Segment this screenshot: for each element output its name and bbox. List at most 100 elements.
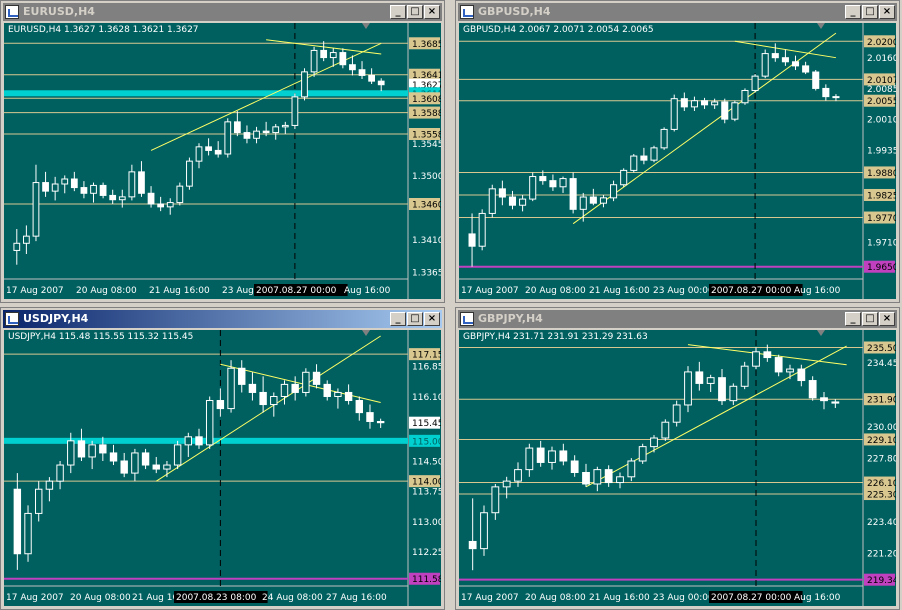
candle-body [569,178,577,210]
time-label: 2007.08.27 00:00 [711,593,792,603]
maximize-button[interactable]: □ [862,312,878,326]
time-label: 21 Aug 16:00 [589,286,650,296]
candle-body [270,395,278,406]
candle-body [355,400,363,414]
price-label: 111.58 [412,575,441,585]
candle-body [832,96,840,99]
chart-svg[interactable]: 2.02002.01602.01072.00852.00552.00101.99… [459,23,896,299]
window-titlebar[interactable]: GBPJPY,H4 _ □ × [458,310,897,328]
price-label: 114.50 [412,458,441,468]
price-label: 2.0055 [867,97,896,107]
candle-body [320,49,328,59]
candle-body [302,371,310,393]
ohlc-readout: USDJPY,H4 115.48 115.55 115.32 115.45 [8,332,194,342]
maximize-button[interactable]: □ [407,5,423,19]
candle-body [233,121,241,134]
price-chart[interactable]: 2.0200 2.0160 2.0107 2.0085 2.0055 2.0010 1.99… [459,23,896,299]
time-label: 17 Aug 2007 [6,286,64,296]
time-label: 17 Aug 2007 [461,593,519,603]
price-label: 1.3365 [412,268,441,278]
candle-body [672,404,681,423]
candle-body [186,160,193,187]
time-label: 20 Aug 08:00 [70,593,131,603]
window-titlebar[interactable]: GBPUSD,H4 _ □ × [458,3,897,21]
candle-body [120,460,128,474]
price-label: 114.00 [412,478,441,488]
chart-shift-marker [817,23,825,29]
price-chart[interactable]: 1.36851.36411.36271.36151.36081.35881.35… [4,23,441,299]
candle-body [109,452,118,462]
window-titlebar[interactable]: USDJPY,H4 _ □ × [3,310,442,328]
candle-body [690,100,698,108]
close-button[interactable]: × [424,312,440,326]
candle-body [238,367,246,385]
candle-body [205,400,214,446]
time-label: 17 Aug 2007 [461,286,519,296]
candle-body [376,420,385,424]
candle-body [166,202,174,208]
candle-body [141,452,150,466]
price-chart[interactable]: 235.50 234.45 231.90 230.00 229.10 227.80 226.… [459,330,896,606]
candle-body [280,383,289,397]
ohlc-readout: GBPUSD,H4 2.0067 2.0071 2.0054 2.0065 [463,25,654,35]
candle-body [480,512,488,550]
chart-window-eurusd[interactable]: EURUSD,H4 _ □ × 1.36851.36411.36271.3615… [0,0,445,303]
candle-body [718,377,726,402]
price-label: 221.20 [867,549,896,559]
candle-body [559,450,568,462]
candle-body [680,98,688,108]
chart-svg[interactable]: 117.15 116.85 116.10 115.45 115.00 114.50 114.… [4,330,441,606]
candle-body [291,383,299,393]
candle-body [741,89,749,104]
candle-body [368,74,375,82]
candle-body [525,447,534,471]
price-label: 113.75 [412,488,441,498]
candle-body [243,132,251,139]
close-button[interactable]: × [424,5,440,19]
candle-body [610,184,618,199]
ohlc-readout: EURUSD,H4 1.3627 1.3628 1.3621 1.3627 [8,25,199,35]
price-label: 1.3588 [412,109,441,119]
candle-body [616,476,624,484]
candle-body [205,146,212,151]
candle-body [349,64,356,71]
close-button[interactable]: × [879,312,895,326]
candle-body [377,80,385,86]
price-chart[interactable]: 117.15 116.85 116.10 115.45 115.00 114.50 114.… [4,330,441,606]
window-titlebar[interactable]: EURUSD,H4 _ □ × [3,3,442,21]
chart-svg[interactable]: 235.50 234.45 231.90 230.00 229.10 227.80 226.… [459,330,896,606]
chart-window-usdjpy[interactable]: USDJPY,H4 _ □ × 117.15 116.85 116.10 115.45… [0,307,445,610]
price-label: 227.80 [867,455,896,465]
minimize-button[interactable]: _ [390,312,406,326]
time-label: 17 Aug 2007 [6,593,64,603]
maximize-button[interactable]: □ [407,312,423,326]
chart-window-gbpjpy[interactable]: GBPJPY,H4 _ □ × 235.50 234.45 231.90 230.00… [455,307,900,610]
time-label: 23 Aug 00:00 [653,593,714,603]
candle-body [334,391,342,397]
candle-body [80,187,88,194]
price-label: 226.10 [867,479,896,489]
candle-body [478,212,486,247]
chart-window-icon [5,5,19,19]
time-label: 2007.08.23 08:00 [176,593,257,603]
chart-window-gbpusd[interactable]: GBPUSD,H4 _ □ × 2.0200 2.0160 2.0107 2.0085… [455,0,900,303]
price-label: 1.9880 [867,169,896,179]
price-label: 1.3545 [412,140,441,150]
candle-body [786,368,794,373]
candle-body [67,440,75,466]
candle-body [329,52,337,59]
chart-svg[interactable]: 1.36851.36411.36271.36151.36081.35881.35… [4,23,441,299]
time-label: Aug 16:00 [344,286,391,296]
candle-body [774,357,783,373]
close-button[interactable]: × [879,5,895,19]
minimize-button[interactable]: _ [845,312,861,326]
minimize-button[interactable]: _ [845,5,861,19]
candle-body [831,401,840,404]
chart-window-icon [5,312,19,326]
candle-body [56,464,64,482]
price-label: 1.9935 [867,146,896,156]
candle-body [701,100,709,106]
minimize-button[interactable]: _ [390,5,406,19]
price-label: 229.10 [867,436,896,446]
maximize-button[interactable]: □ [862,5,878,19]
